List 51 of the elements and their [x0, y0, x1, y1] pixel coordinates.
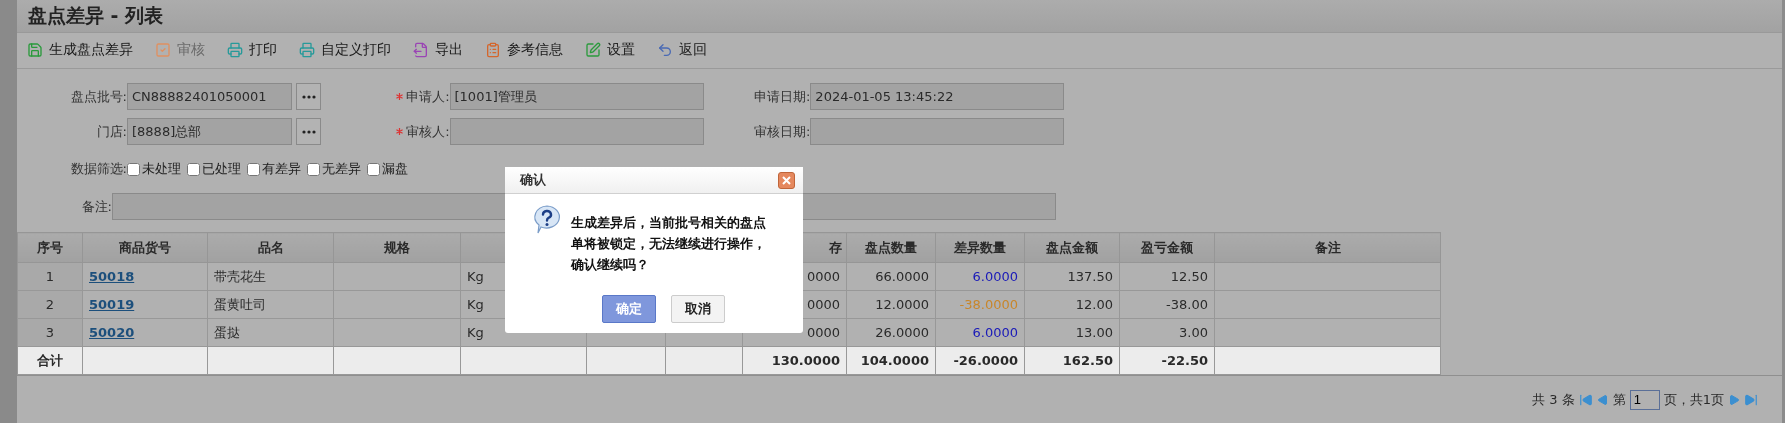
field-label: 申请人:	[406, 87, 450, 106]
table-cell: 12.00	[1024, 290, 1120, 319]
table-cell: 6.0000	[935, 262, 1025, 291]
total-cell: 130.0000	[742, 346, 847, 375]
option-label: 有差异	[262, 160, 301, 179]
column-header: 规格	[333, 232, 461, 263]
total-cell: 162.50	[1024, 346, 1120, 375]
field-label: 门店:	[96, 122, 127, 141]
record-count: 共 3 条	[1532, 390, 1575, 409]
table-cell: -38.0000	[935, 290, 1025, 319]
field-label: 备注:	[80, 197, 112, 216]
table-cell: 蛋挞	[207, 318, 334, 347]
column-header: 盘点数量	[846, 232, 936, 263]
option-label: 已处理	[202, 160, 241, 179]
table-cell: 66.0000	[846, 262, 936, 291]
table-cell: 137.50	[1024, 262, 1120, 291]
table-cell: 12.50	[1119, 262, 1215, 291]
table-cell: 3.00	[1119, 318, 1215, 347]
column-header: 商品货号	[82, 232, 208, 263]
option-label: 未处理	[142, 160, 181, 179]
total-cell: 104.0000	[846, 346, 936, 375]
column-header: 盈亏金额	[1119, 232, 1215, 263]
column-header: 盘点金额	[1024, 232, 1120, 263]
total-label: 合计	[17, 346, 83, 375]
total-cell: -26.0000	[935, 346, 1025, 375]
page-label: 第	[1612, 390, 1626, 409]
field-label: 审核人:	[406, 122, 450, 141]
column-header: 序号	[17, 232, 83, 263]
dialog-title: 确认	[520, 171, 546, 189]
field-label: 盘点批号:	[70, 87, 127, 106]
page-label: 页，共1页	[1663, 390, 1724, 409]
table-cell: 13.00	[1024, 318, 1120, 347]
field-label: 数据筛选:	[69, 160, 127, 179]
row-number: 2	[17, 290, 83, 319]
page-title: 盘点差异 - 列表	[17, 0, 1782, 33]
table-cell: -38.00	[1119, 290, 1215, 319]
column-header: 差异数量	[935, 232, 1025, 263]
field-label: 审核日期:	[753, 122, 811, 141]
table-cell: 26.0000	[846, 318, 936, 347]
table-cell: 12.0000	[846, 290, 936, 319]
field-label: 申请日期:	[753, 87, 811, 106]
table-cell: 蛋黄吐司	[207, 290, 334, 319]
table-cell: 带壳花生	[207, 262, 334, 291]
column-header: 品名	[207, 232, 334, 263]
column-header: 备注	[1214, 232, 1441, 263]
option-label: 漏盘	[382, 160, 408, 179]
option-label: 无差异	[322, 160, 361, 179]
total-cell: -22.50	[1119, 346, 1215, 375]
row-number: 1	[17, 262, 83, 291]
row-number: 3	[17, 318, 83, 347]
table-cell: 6.0000	[935, 318, 1025, 347]
